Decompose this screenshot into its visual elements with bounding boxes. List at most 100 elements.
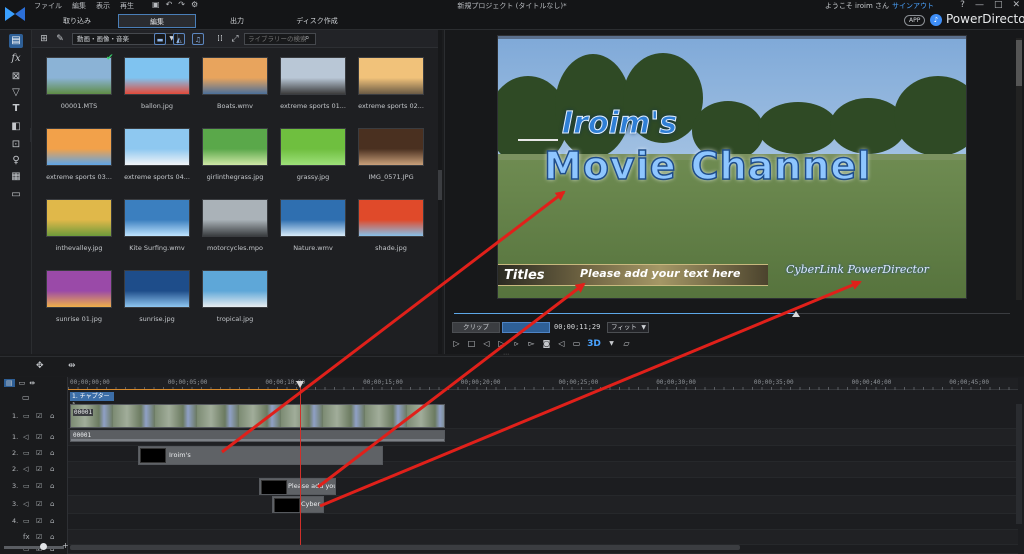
fast-forward-icon[interactable]: ▹ xyxy=(512,339,521,349)
track-lock-icon[interactable]: ⌂ xyxy=(50,449,54,457)
track-enable-checkbox[interactable]: ☑ xyxy=(36,482,42,490)
media-thumbnail[interactable] xyxy=(46,199,112,237)
previous-frame-icon[interactable]: ◁ xyxy=(482,339,491,349)
minimize-icon[interactable]: — xyxy=(975,0,984,10)
media-thumbnail[interactable] xyxy=(358,57,424,95)
timeline-zoom-slider[interactable] xyxy=(4,546,64,549)
title-clip-3[interactable]: Cyber xyxy=(272,496,324,513)
comment-icon[interactable]: ▱ xyxy=(622,339,631,349)
undock-icon[interactable]: ▭ xyxy=(572,339,581,349)
track-lock-icon[interactable]: ⌂ xyxy=(50,533,54,541)
stop-icon[interactable]: □ xyxy=(467,339,476,349)
timecode-display[interactable]: 00;00;11;29 xyxy=(554,323,600,331)
snapshot-camera-icon[interactable]: ◙ xyxy=(542,339,551,349)
track-enable-checkbox[interactable]: ☑ xyxy=(36,500,42,508)
split-icon[interactable]: ⇹ xyxy=(68,361,76,371)
tab-produce[interactable]: 出力 xyxy=(198,14,276,28)
help-icon[interactable]: ? xyxy=(960,0,965,10)
timeline-track[interactable] xyxy=(68,496,1018,514)
subtitle-room-icon[interactable]: ▭ xyxy=(9,188,23,202)
media-thumbnail[interactable]: ✔ xyxy=(46,54,114,95)
timeline-view-icon[interactable]: ▤ xyxy=(4,379,15,387)
app-badge[interactable]: APP xyxy=(904,15,926,26)
search-icon[interactable]: ⌕ xyxy=(305,33,309,43)
timeline-vertical-scrollbar[interactable] xyxy=(1016,404,1022,524)
track-lock-icon[interactable]: ⌂ xyxy=(50,465,54,473)
media-thumbnail[interactable] xyxy=(202,199,268,237)
chevron-down-icon[interactable]: ▼ xyxy=(607,339,616,349)
timeline-zoom-knob[interactable] xyxy=(40,543,47,550)
video-track-icon[interactable]: ▭ xyxy=(23,449,30,457)
signout-link[interactable]: サインアウト xyxy=(892,2,934,10)
library-scroll-thumb[interactable] xyxy=(438,170,442,200)
media-thumbnail[interactable] xyxy=(124,128,190,166)
pip-room-icon[interactable]: ⊠ xyxy=(9,70,23,84)
preview-scroll-thumb[interactable] xyxy=(1016,40,1022,86)
voiceover-mic-icon[interactable]: ♀ xyxy=(9,154,23,168)
step-forward-icon[interactable]: ▻ xyxy=(527,339,536,349)
chapter-marker-icon[interactable]: ▭ xyxy=(22,393,30,402)
storyboard-view-icon[interactable]: ▭ xyxy=(19,379,26,387)
title-clip-1[interactable]: Iroim's xyxy=(138,446,383,465)
lower-third-label[interactable]: Titles xyxy=(504,268,545,283)
fit-timeline-icon[interactable]: ⇹ xyxy=(29,379,35,387)
particle-room-icon[interactable]: ▽ xyxy=(9,86,23,100)
audio-clip[interactable]: 00001 xyxy=(70,430,445,442)
media-thumbnail[interactable] xyxy=(46,270,112,308)
zoom-in-icon[interactable]: + xyxy=(62,541,69,550)
video-clip[interactable]: 00001 xyxy=(70,404,445,428)
bell-icon[interactable]: ♪ xyxy=(930,14,942,26)
track-lock-icon[interactable]: ⌂ xyxy=(50,500,54,508)
maximize-icon[interactable]: □ xyxy=(994,0,1003,10)
tools-icon[interactable]: ✥ xyxy=(36,361,44,371)
zoom-fit-select[interactable]: フィット ▼ xyxy=(607,322,649,333)
import-media-icon[interactable]: ⊞ xyxy=(38,33,50,45)
media-thumbnail[interactable] xyxy=(280,199,346,237)
volume-icon[interactable]: ◁ xyxy=(557,339,566,349)
title-line-2[interactable]: Movie Channel xyxy=(543,143,871,189)
lower-third-text[interactable]: Please add your text here xyxy=(580,267,740,280)
scrubber-handle[interactable] xyxy=(792,311,800,317)
fx-room-icon[interactable]: fx xyxy=(9,52,23,66)
chapter-marker[interactable]: 1. チャプター 1 xyxy=(70,392,114,409)
track-enable-checkbox[interactable]: ☑ xyxy=(36,533,42,541)
next-frame-icon[interactable]: ▷ xyxy=(497,339,506,349)
video-track-icon[interactable]: ▭ xyxy=(23,482,30,490)
audio-track-icon[interactable]: ◁ xyxy=(23,500,28,508)
preview-scrollbar[interactable] xyxy=(1016,38,1022,300)
media-thumbnail[interactable] xyxy=(358,199,424,237)
movie-mode-button[interactable] xyxy=(502,322,550,333)
timeline-track[interactable] xyxy=(68,514,1018,530)
media-thumbnail[interactable] xyxy=(280,57,346,95)
clip-mode-button[interactable]: クリップ xyxy=(452,322,500,333)
timeline-track[interactable] xyxy=(68,530,1018,545)
audio-track-icon[interactable]: ◁ xyxy=(23,433,28,441)
fx-track-icon[interactable]: fx xyxy=(23,533,30,541)
timeline-horizontal-scrollbar[interactable] xyxy=(70,545,740,550)
audio-mixing-icon[interactable]: ⊡ xyxy=(9,138,23,152)
media-thumbnail[interactable] xyxy=(124,199,190,237)
media-thumbnail[interactable] xyxy=(202,270,268,308)
track-lock-icon[interactable]: ⌂ xyxy=(50,433,54,441)
play-icon[interactable]: ▷ xyxy=(452,339,461,349)
video-track-icon[interactable]: ▭ xyxy=(23,517,30,525)
mode-3d-button[interactable]: 3D xyxy=(587,339,601,349)
preview-window[interactable]: Iroim's Movie Channel Titles Please add … xyxy=(497,35,967,299)
timeline-track[interactable] xyxy=(68,478,1018,496)
preview-scrubber[interactable] xyxy=(454,311,1010,317)
title-clip-2[interactable]: Please add your xyxy=(259,478,336,495)
media-room-icon[interactable]: ▤ xyxy=(9,34,23,48)
track-enable-checkbox[interactable]: ☑ xyxy=(36,412,42,420)
tab-capture[interactable]: 取り込み xyxy=(38,14,116,28)
media-thumbnail[interactable] xyxy=(358,128,424,166)
signature-text[interactable]: CyberLink PowerDirector xyxy=(786,263,929,276)
title-line-1[interactable]: Iroim's xyxy=(561,106,677,142)
track-enable-checkbox[interactable]: ☑ xyxy=(36,465,42,473)
title-room-icon[interactable]: T xyxy=(9,102,23,116)
fullscreen-icon[interactable]: ⤢ xyxy=(229,33,241,45)
media-thumbnail[interactable] xyxy=(124,270,190,308)
transition-room-icon[interactable]: ◧ xyxy=(9,120,23,134)
media-thumbnail[interactable] xyxy=(202,57,268,95)
audio-track-icon[interactable]: ◁ xyxy=(23,465,28,473)
library-scrollbar[interactable] xyxy=(438,30,442,354)
